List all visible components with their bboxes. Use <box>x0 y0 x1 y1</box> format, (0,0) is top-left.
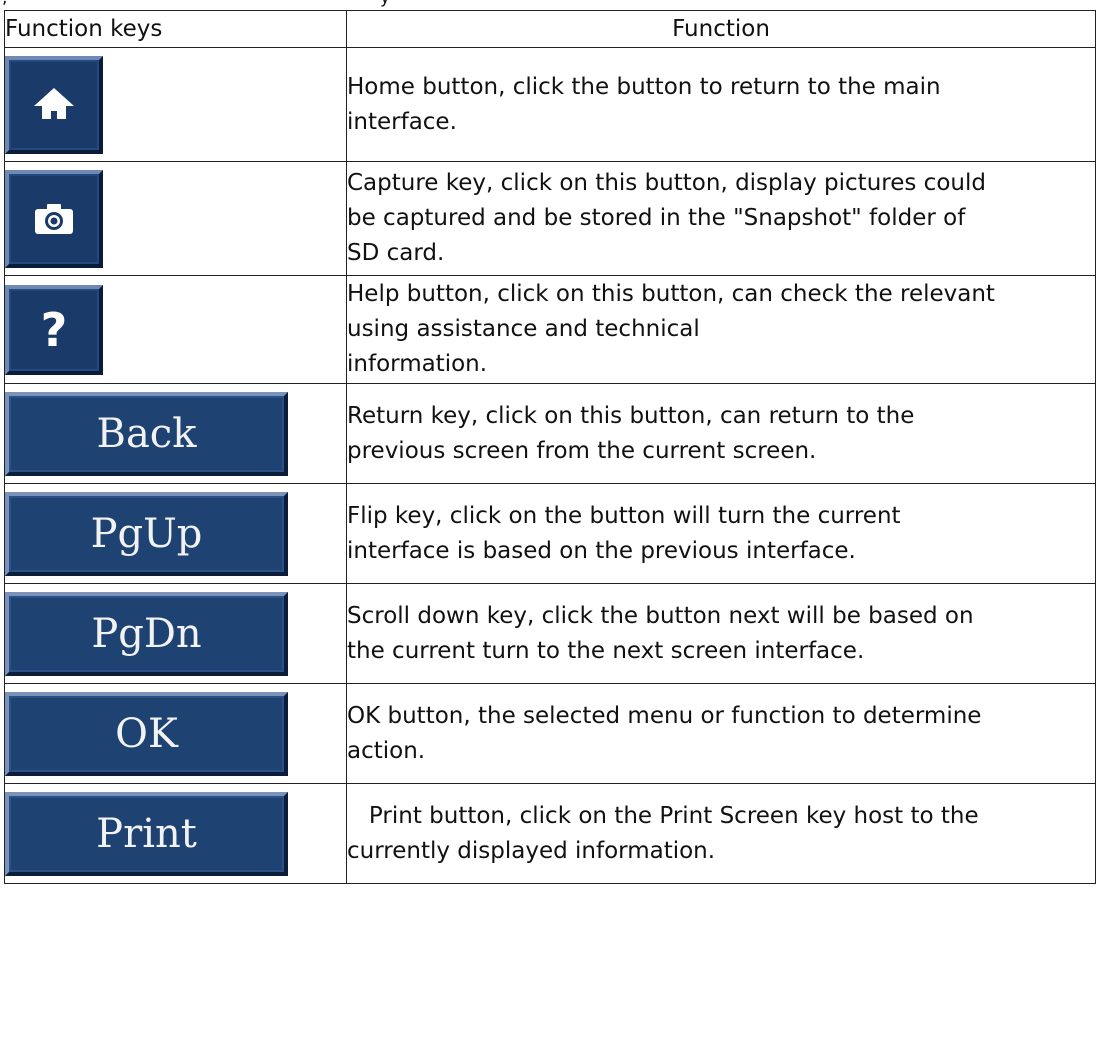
row-description-line: previous screen from the current screen. <box>347 437 817 464</box>
row-description-line: information. <box>347 351 488 377</box>
home-button[interactable] <box>5 55 103 154</box>
row-description-line: Print button, click on the Print Screen … <box>347 802 979 829</box>
row-description-line: be captured and be stored in the "Snapsh… <box>347 205 966 231</box>
row-description-line: the current turn to the next screen inte… <box>347 637 865 664</box>
row-description-line: OK button, the selected menu or function… <box>347 702 982 729</box>
row-description-line: using assistance and technical <box>347 316 700 342</box>
back-button[interactable]: Back <box>5 391 288 476</box>
table-row: PgUp Flip key, click on the button will … <box>4 483 1096 584</box>
table-row: OK OK button, the selected menu or funct… <box>4 683 1096 784</box>
table-row: Home button, click the button to return … <box>4 47 1096 162</box>
camera-icon <box>35 203 73 234</box>
header-function-keys: Function keys <box>4 10 347 48</box>
pgdn-button[interactable]: PgDn <box>5 591 288 676</box>
header-function: Function <box>346 10 1096 48</box>
table-row: PgDn Scroll down key, click the button n… <box>4 583 1096 684</box>
home-icon <box>34 87 74 119</box>
help-button[interactable]: ? <box>5 284 103 375</box>
row-description-line: SD card. <box>347 240 445 266</box>
row-description-line: Scroll down key, click the button next w… <box>347 602 974 629</box>
row-description-line: interface. <box>347 108 457 135</box>
row-description-line: Help button, click on this button, can c… <box>347 281 995 307</box>
function-keys-table: Function keys Function Home button, clic… <box>4 10 1096 884</box>
row-description-line: interface is based on the previous inter… <box>347 537 856 564</box>
table-row: Capture key, click on this button, displ… <box>4 161 1096 276</box>
help-icon: ? <box>40 302 68 357</box>
row-description-line: Flip key, click on the button will turn … <box>347 502 901 529</box>
row-description-line: action. <box>347 737 426 764</box>
table-row: ? Help button, click on this button, can… <box>4 275 1096 384</box>
row-description-line: Capture key, click on this button, displ… <box>347 170 986 196</box>
ok-button[interactable]: OK <box>5 691 288 776</box>
table-row: Print Print button, click on the Print S… <box>4 783 1096 884</box>
print-button[interactable]: Print <box>5 791 288 876</box>
row-description-line: Home button, click the button to return … <box>347 73 941 100</box>
capture-button[interactable] <box>5 169 103 268</box>
row-description-line: Return key, click on this button, can re… <box>347 402 915 429</box>
cropped-text-above: , y <box>0 0 1098 10</box>
table-row: Back Return key, click on this button, c… <box>4 383 1096 484</box>
row-description-line: currently displayed information. <box>347 837 716 864</box>
table-header-row: Function keys Function <box>4 10 1096 48</box>
pgup-button[interactable]: PgUp <box>5 491 288 576</box>
